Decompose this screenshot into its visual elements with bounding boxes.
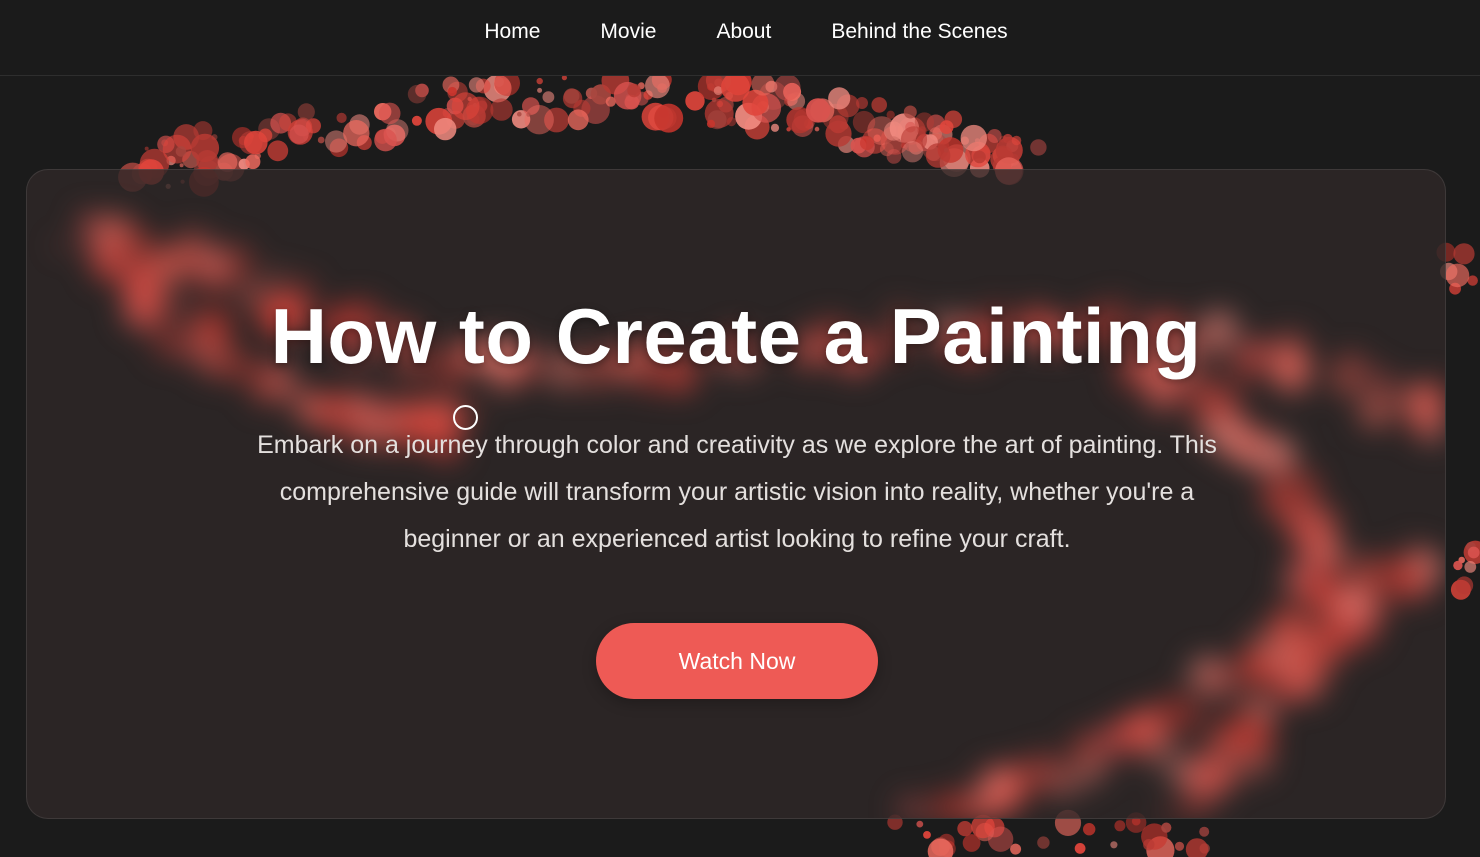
page: Home Movie About Behind the Scenes How t…	[0, 0, 1480, 857]
nav-link-behind-the-scenes[interactable]: Behind the Scenes	[831, 20, 1007, 44]
hero-content: How to Create a Painting Embark on a jou…	[27, 170, 1445, 818]
nav-link-home[interactable]: Home	[484, 20, 540, 44]
hero-description: Embark on a journey through color and cr…	[257, 431, 1217, 553]
hero-title: How to Create a Painting	[270, 292, 1202, 380]
nav-link-movie[interactable]: Movie	[600, 20, 656, 44]
nav-link-about[interactable]: About	[716, 20, 771, 44]
nav-links: Home Movie About Behind the Scenes	[0, 0, 1480, 64]
watch-now-button[interactable]: Watch Now	[596, 623, 878, 699]
top-navigation: Home Movie About Behind the Scenes	[0, 0, 1480, 76]
hero-card: How to Create a Painting Embark on a jou…	[26, 169, 1446, 819]
